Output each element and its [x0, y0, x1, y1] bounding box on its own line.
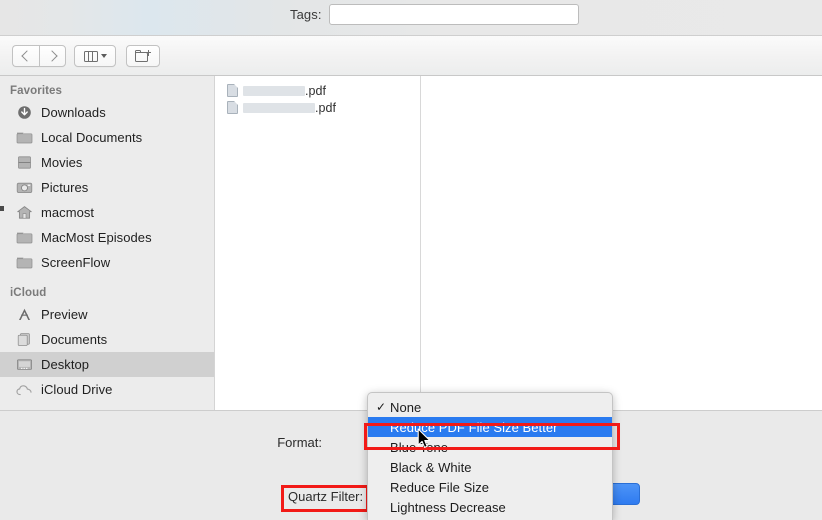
- menu-item-label: Lightness Decrease: [390, 499, 506, 515]
- sidebar-resize-handle[interactable]: [0, 206, 4, 211]
- tags-strip: Tags:: [0, 0, 822, 36]
- sidebar-item-label: Documents: [41, 332, 108, 347]
- menu-item-label: Blue Tone: [390, 439, 449, 455]
- sidebar-item-pictures[interactable]: Pictures: [0, 175, 214, 200]
- sidebar-item-macmost-episodes[interactable]: MacMost Episodes: [0, 225, 214, 250]
- menu-item-blue-tone[interactable]: Blue Tone: [368, 437, 612, 457]
- chevron-down-icon: [100, 54, 107, 58]
- file-list-column[interactable]: .pdf .pdf: [216, 76, 421, 410]
- menu-item-black-and-white[interactable]: Black & White: [368, 457, 612, 477]
- new-folder-button[interactable]: [126, 45, 160, 67]
- menu-item-label: Reduce File Size: [390, 479, 490, 495]
- sidebar-item-label: Movies: [41, 155, 83, 170]
- pictures-icon: [16, 180, 33, 195]
- menu-item-lightness-decrease[interactable]: Lightness Decrease: [368, 497, 612, 517]
- downloads-icon: [16, 105, 33, 120]
- menu-item-label: Reduce PDF File Size Better: [390, 419, 558, 435]
- toolbar: Desktop—iCloud Search: [0, 36, 822, 104]
- home-icon: [16, 205, 33, 220]
- sidebar-section-header-favorites: Favorites: [10, 85, 63, 97]
- sidebar-item-label: ScreenFlow: [41, 255, 111, 270]
- sidebar-item-label: Downloads: [41, 105, 106, 120]
- sidebar-item-label: macmost: [41, 205, 95, 220]
- back-button[interactable]: [12, 45, 39, 67]
- sidebar-item-label: Local Documents: [41, 130, 143, 145]
- sidebar-item-label: MacMost Episodes: [41, 230, 152, 245]
- view-mode-button[interactable]: [74, 45, 116, 67]
- menu-item-label: Black & White: [390, 459, 472, 475]
- menu-item-reduce-file-size[interactable]: Reduce File Size: [368, 477, 612, 497]
- checkmark-icon: ✓: [376, 400, 387, 414]
- new-folder-icon: [135, 49, 152, 63]
- sidebar-item-downloads[interactable]: Downloads: [0, 100, 214, 125]
- cloud-icon: [16, 382, 33, 397]
- folder-icon: [16, 230, 33, 245]
- file-list-item[interactable]: .pdf: [216, 82, 420, 99]
- menu-item-reduce-pdf-file-size-better[interactable]: Reduce PDF File Size Better: [368, 417, 612, 437]
- forward-button[interactable]: [39, 45, 66, 67]
- sidebar-item-label: Desktop: [41, 357, 90, 372]
- sidebar-item-desktop[interactable]: Desktop: [0, 352, 214, 377]
- movies-icon: [16, 155, 33, 170]
- quartz-filter-menu[interactable]: ✓ None Reduce PDF File Size Better Blue …: [367, 392, 613, 520]
- pdf-file-icon: [227, 84, 238, 97]
- sidebar-item-label: Pictures: [41, 180, 89, 195]
- pdf-file-icon: [227, 101, 238, 114]
- file-list-item[interactable]: .pdf: [216, 99, 420, 116]
- folder-icon: [16, 130, 33, 145]
- sidebar-item-label: Preview: [41, 307, 88, 322]
- column-view-icon: [83, 50, 98, 62]
- sidebar-item-screenflow[interactable]: ScreenFlow: [0, 250, 214, 275]
- sidebar-item-label: iCloud Drive: [41, 382, 113, 397]
- chevron-right-icon: [45, 50, 58, 62]
- redacted-filename: [243, 103, 315, 114]
- sidebar-item-macmost[interactable]: macmost: [0, 200, 214, 225]
- format-label: Format:: [277, 435, 322, 450]
- sidebar-section-header-icloud: iCloud: [10, 287, 47, 299]
- preview-column: [422, 76, 822, 410]
- browser-area: Favorites Downloads Local Documents Movi…: [0, 76, 822, 410]
- redacted-filename: [243, 86, 305, 97]
- sidebar-item-icloud-drive[interactable]: iCloud Drive: [0, 377, 214, 402]
- folder-icon: [16, 255, 33, 270]
- menu-item-none[interactable]: ✓ None: [368, 397, 612, 417]
- tags-label: Tags:: [290, 7, 322, 22]
- sidebar-item-preview[interactable]: Preview: [0, 302, 214, 327]
- pdf-save-dialog: Tags: Deskt: [0, 0, 822, 520]
- chevron-left-icon: [21, 50, 33, 62]
- file-extension: .pdf: [315, 100, 337, 115]
- file-name: .pdf: [243, 84, 326, 98]
- sidebar-item-documents[interactable]: Documents: [0, 327, 214, 352]
- sidebar-item-local-documents[interactable]: Local Documents: [0, 125, 214, 150]
- sidebar: Favorites Downloads Local Documents Movi…: [0, 76, 215, 410]
- file-name: .pdf: [243, 101, 336, 115]
- sidebar-item-movies[interactable]: Movies: [0, 150, 214, 175]
- menu-item-label: None: [390, 399, 422, 415]
- tags-row: Tags:: [290, 4, 579, 25]
- preview-app-icon: [16, 307, 33, 322]
- quartz-filter-label: Quartz Filter:: [288, 489, 364, 504]
- documents-icon: [16, 332, 33, 347]
- tags-input[interactable]: [328, 4, 579, 25]
- desktop-icon: [16, 357, 33, 372]
- file-extension: .pdf: [305, 83, 327, 98]
